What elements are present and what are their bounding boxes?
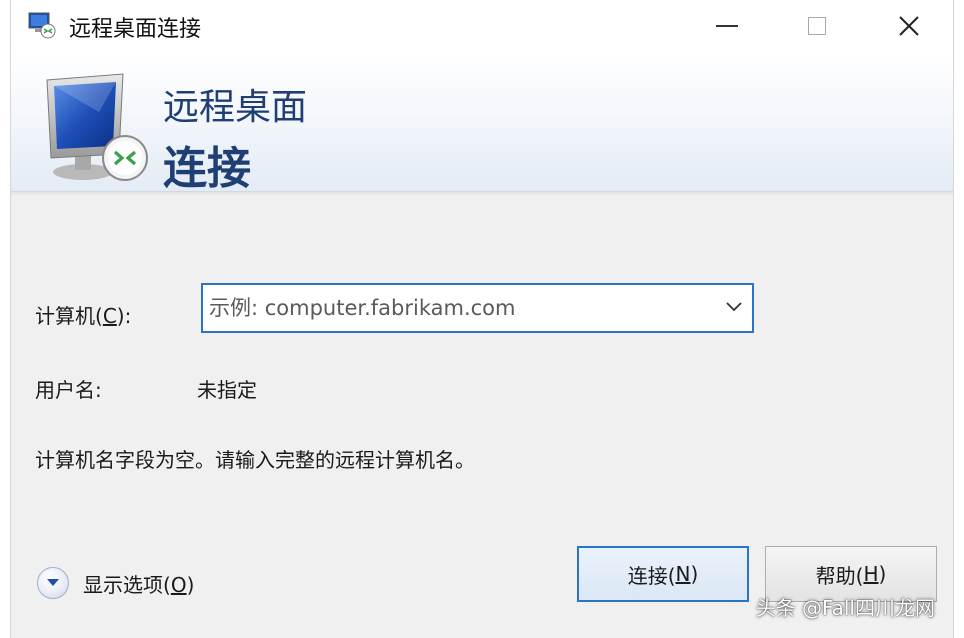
maximize-button[interactable]: [787, 0, 847, 52]
username-value: 未指定: [197, 378, 257, 402]
computer-label: 计算机(C):: [35, 304, 132, 328]
chevron-down-icon: [47, 579, 59, 586]
computer-input[interactable]: [209, 293, 709, 323]
remote-desktop-app-icon: [28, 12, 56, 39]
title-bar[interactable]: 远程桌面连接: [11, 0, 953, 52]
banner-divider: [11, 192, 953, 196]
banner-title-line1: 远程桌面: [163, 87, 308, 128]
validation-message: 计算机名字段为空。请输入完整的远程计算机名。: [35, 448, 475, 472]
expand-options-icon: [37, 567, 69, 599]
maximize-icon: [808, 17, 826, 35]
remote-desktop-monitor-icon: [46, 73, 148, 181]
chevron-down-icon: [726, 302, 742, 312]
window-title: 远程桌面连接: [69, 17, 202, 42]
show-options-toggle[interactable]: 显示选项(O): [37, 566, 194, 600]
computer-dropdown-button[interactable]: [722, 295, 746, 319]
computer-combobox[interactable]: [201, 283, 754, 333]
close-icon: [899, 16, 919, 36]
minimize-icon: [716, 25, 738, 27]
minimize-button[interactable]: [697, 0, 757, 52]
header-banner: 远程桌面 连接: [11, 52, 953, 194]
remote-desktop-window: 远程桌面连接 远程桌面 连接 计算机(C): 示例: computer.fabr…: [10, 0, 954, 638]
username-label: 用户名:: [35, 378, 102, 402]
connect-button[interactable]: 连接(N): [577, 546, 749, 602]
close-button[interactable]: [879, 0, 939, 52]
show-options-label: 显示选项(O): [83, 572, 195, 597]
banner-title-line2: 连接: [163, 143, 251, 194]
watermark-text: 头条 @Fall四川龙网: [755, 596, 935, 620]
